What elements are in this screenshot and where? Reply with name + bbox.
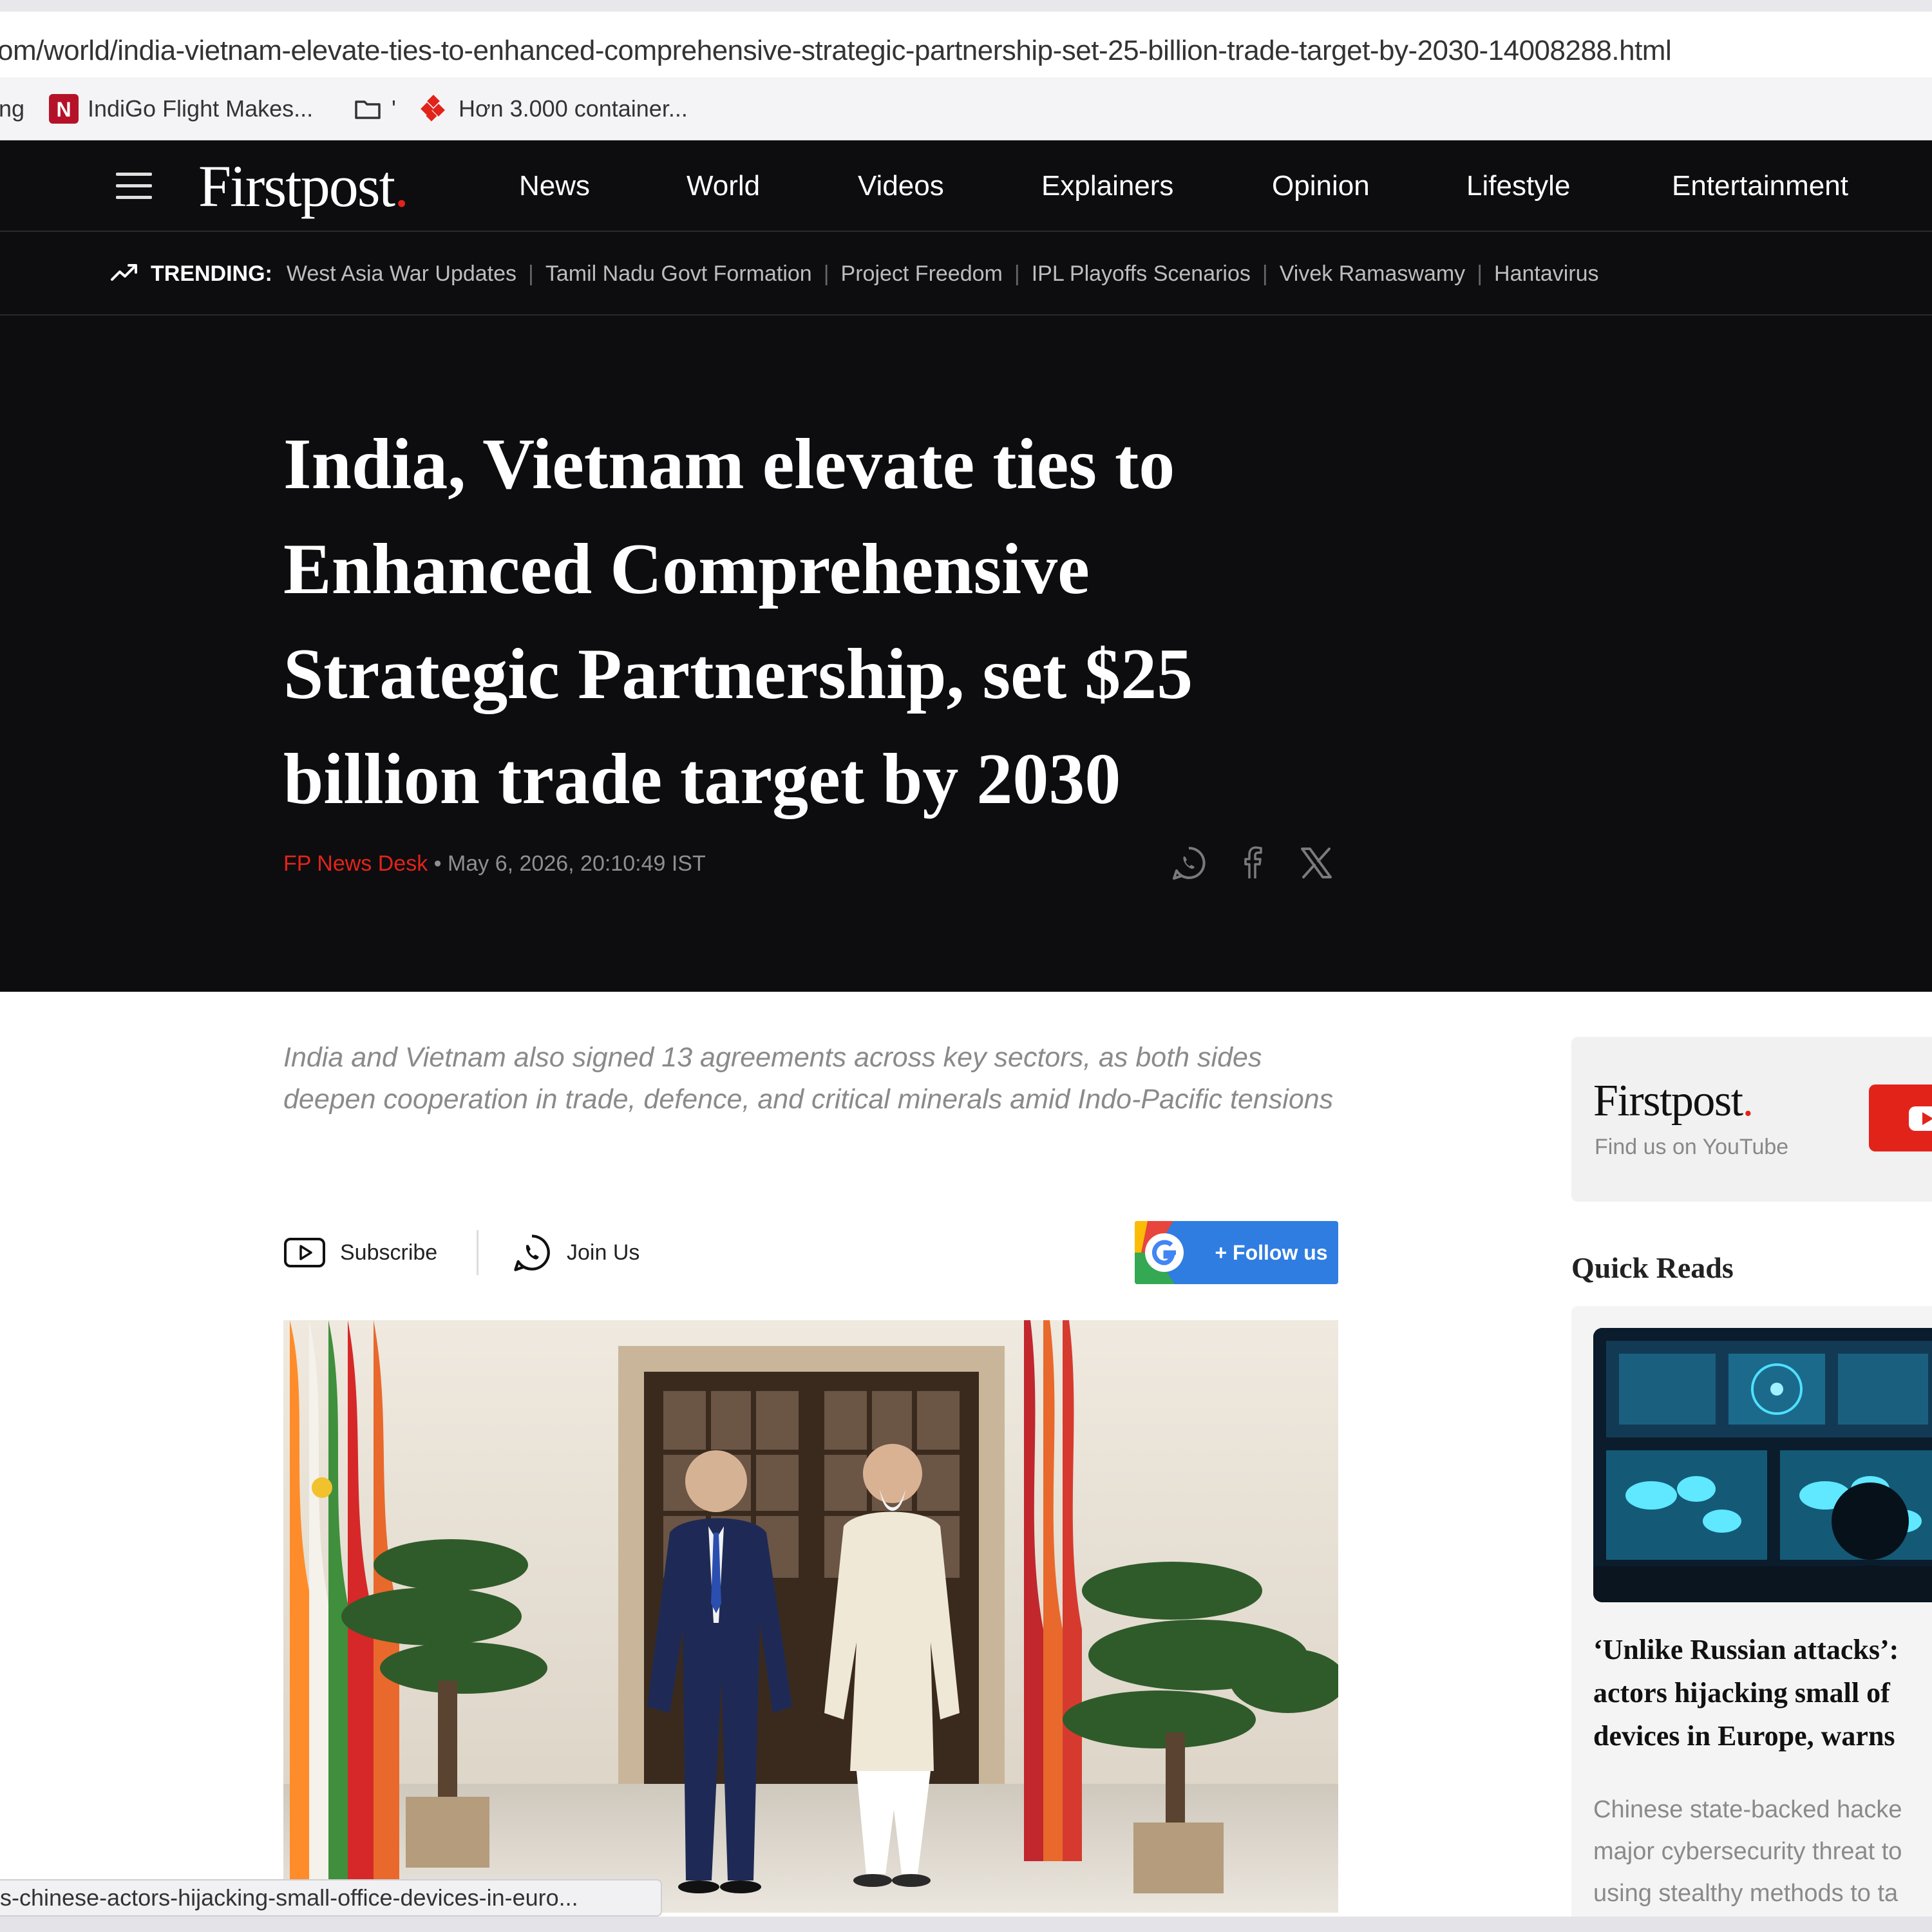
firstpost-logo: Firstpost. bbox=[1593, 1076, 1754, 1126]
trending-separator: | bbox=[1014, 261, 1020, 286]
status-bar-url: s-chinese-actors-hijacking-small-office-… bbox=[0, 1879, 662, 1917]
trending-item[interactable]: Tamil Nadu Govt Formation bbox=[545, 261, 812, 287]
subscribe-button[interactable]: Subscribe bbox=[283, 1224, 437, 1282]
menu-icon[interactable] bbox=[116, 173, 152, 200]
nav-videos[interactable]: Videos bbox=[858, 170, 944, 202]
address-url[interactable]: om/world/india-vietnam-elevate-ties-to-e… bbox=[0, 35, 1672, 67]
bookmark-label: ' bbox=[392, 95, 396, 122]
nav-explainers[interactable]: Explainers bbox=[1041, 170, 1173, 202]
x-icon[interactable] bbox=[1297, 844, 1336, 882]
bookmark-label: IndiGo Flight Makes... bbox=[88, 95, 314, 122]
trending-separator: | bbox=[1477, 261, 1483, 286]
follow-label: + Follow us bbox=[1215, 1241, 1328, 1264]
google-follow-button[interactable]: + Follow us bbox=[1135, 1221, 1338, 1284]
quick-read-headline[interactable]: ‘Unlike Russian attacks’: actors hijacki… bbox=[1593, 1628, 1932, 1757]
quick-read-image[interactable] bbox=[1593, 1328, 1932, 1602]
join-us-button[interactable]: Join Us bbox=[511, 1224, 639, 1282]
nav-lifestyle[interactable]: Lifestyle bbox=[1466, 170, 1570, 202]
nav-entertainment[interactable]: Entertainment bbox=[1672, 170, 1848, 202]
byline-separator: • bbox=[433, 851, 442, 876]
publish-date: May 6, 2026, 20:10:49 IST bbox=[448, 851, 706, 876]
trending-icon bbox=[111, 263, 139, 285]
trending-row: TRENDING: West Asia War Updates | Tamil … bbox=[111, 258, 1599, 290]
trending-separator: | bbox=[528, 261, 534, 286]
nav-news[interactable]: News bbox=[519, 170, 590, 202]
article-summary: India and Vietnam also signed 13 agreeme… bbox=[283, 1042, 1334, 1115]
trending-item[interactable]: Project Freedom bbox=[841, 261, 1003, 287]
article-photo bbox=[283, 1320, 1338, 1913]
nav-opinion[interactable]: Opinion bbox=[1272, 170, 1370, 202]
action-divider bbox=[477, 1230, 478, 1275]
address-bar[interactable]: om/world/india-vietnam-elevate-ties-to-e… bbox=[0, 12, 1932, 77]
byline: FP News Desk • May 6, 2026, 20:10:49 IST bbox=[283, 851, 706, 876]
bookmark-folder[interactable]: ' bbox=[353, 93, 396, 125]
quick-read-card[interactable]: ‘Unlike Russian attacks’: actors hijacki… bbox=[1571, 1306, 1932, 1932]
trending-bar: TRENDING: West Asia War Updates | Tamil … bbox=[0, 232, 1932, 316]
site-logo[interactable]: Firstpost. bbox=[198, 152, 409, 220]
bookmark-item-indigo[interactable]: N IndiGo Flight Makes... bbox=[49, 93, 313, 125]
svg-text:N: N bbox=[56, 98, 71, 121]
trending-item[interactable]: Hantavirus bbox=[1494, 261, 1599, 287]
site-header: Firstpost. News World Videos Explainers … bbox=[0, 140, 1932, 232]
quick-read-summary: Chinese state-backed hacke major cyberse… bbox=[1593, 1796, 1902, 1907]
bookmark-item[interactable]: ng bbox=[0, 93, 24, 125]
browser-bottom-strip bbox=[0, 1917, 1932, 1932]
trending-item[interactable]: IPL Playoffs Scenarios bbox=[1032, 261, 1251, 287]
diamond-logo-icon bbox=[420, 94, 450, 124]
youtube-subscribe-button[interactable] bbox=[1869, 1084, 1932, 1151]
bookmark-label: Hơn 3.000 container... bbox=[459, 95, 688, 122]
join-us-label: Join Us bbox=[567, 1240, 640, 1265]
bookmarks-bar: ng N IndiGo Flight Makes... ' Hơn 3.000 … bbox=[0, 77, 1932, 140]
bookmark-label: ng bbox=[0, 95, 25, 122]
quick-reads-title: Quick Reads bbox=[1571, 1251, 1734, 1284]
subscribe-label: Subscribe bbox=[340, 1240, 438, 1265]
whatsapp-icon[interactable] bbox=[1170, 844, 1208, 882]
article-hero: India, Vietnam elevate ties to Enhanced … bbox=[0, 316, 1932, 992]
trending-item[interactable]: West Asia War Updates bbox=[287, 261, 516, 287]
folder-icon bbox=[353, 94, 383, 124]
google-icon bbox=[1135, 1221, 1202, 1284]
facebook-icon[interactable] bbox=[1234, 844, 1273, 882]
nav-world[interactable]: World bbox=[687, 170, 760, 202]
trending-item[interactable]: Vivek Ramaswamy bbox=[1280, 261, 1465, 287]
browser-top-strip bbox=[0, 0, 1932, 12]
trending-separator: | bbox=[1262, 261, 1268, 286]
n-logo-icon: N bbox=[49, 94, 79, 124]
youtube-promo-text: Find us on YouTube bbox=[1595, 1135, 1789, 1159]
youtube-play-icon bbox=[284, 1238, 325, 1267]
trending-label: TRENDING: bbox=[151, 261, 272, 286]
bookmark-item-container[interactable]: Hơn 3.000 container... bbox=[420, 93, 688, 125]
author-link[interactable]: FP News Desk bbox=[283, 851, 428, 876]
whatsapp-icon bbox=[514, 1235, 550, 1271]
youtube-icon bbox=[1909, 1106, 1932, 1131]
youtube-promo-card[interactable]: Firstpost. Find us on YouTube bbox=[1571, 1037, 1932, 1202]
article-headline: India, Vietnam elevate ties to Enhanced … bbox=[283, 424, 1193, 819]
trending-separator: | bbox=[823, 261, 829, 286]
